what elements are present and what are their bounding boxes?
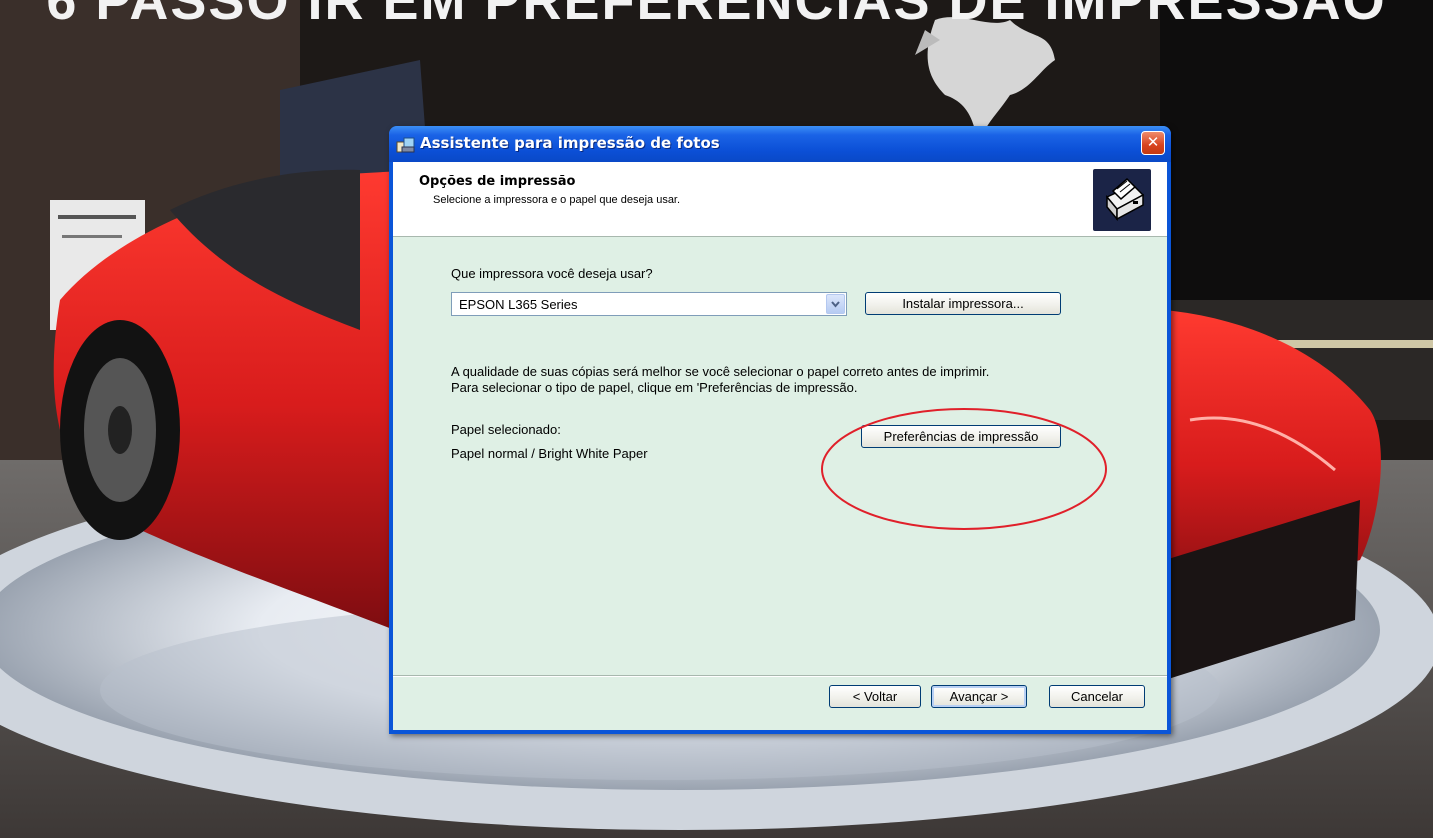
highlight-oval — [821, 408, 1107, 530]
photo-print-wizard-dialog: Assistente para impressão de fotos ✕ Opç… — [389, 126, 1171, 734]
page-title: Opções de impressão — [419, 174, 576, 189]
close-button[interactable]: ✕ — [1141, 131, 1165, 155]
cancel-button[interactable]: Cancelar — [1049, 685, 1145, 708]
page-subtitle: Selecione a impressora e o papel que des… — [433, 194, 681, 206]
printer-select-value: EPSON L365 Series — [459, 297, 578, 312]
printer-select[interactable]: EPSON L365 Series — [451, 292, 847, 316]
back-button[interactable]: < Voltar — [829, 685, 921, 708]
title-bar[interactable]: Assistente para impressão de fotos ✕ — [389, 126, 1171, 162]
background-headline: 6 PASSO IR EM PREFERÊNCIAS DE IMPRESSÃO — [46, 0, 1387, 31]
quality-note-line1: A qualidade de suas cópias será melhor s… — [451, 364, 990, 379]
printer-icon — [1093, 169, 1151, 231]
quality-note-line2: Para selecionar o tipo de papel, clique … — [451, 380, 858, 395]
close-icon: ✕ — [1146, 133, 1160, 151]
install-printer-button[interactable]: Instalar impressora... — [865, 292, 1061, 315]
paper-selected-value: Papel normal / Bright White Paper — [451, 446, 648, 461]
printer-prompt-label: Que impressora você deseja usar? — [451, 266, 653, 281]
footer-divider-highlight — [393, 676, 1167, 677]
next-button[interactable]: Avançar > — [931, 685, 1027, 708]
wizard-header: Opções de impressão Selecione a impresso… — [393, 162, 1167, 237]
dropdown-arrow-icon[interactable] — [826, 294, 845, 314]
paper-selected-label: Papel selecionado: — [451, 422, 561, 437]
print-preferences-button[interactable]: Preferências de impressão — [861, 425, 1061, 448]
photo-wizard-icon — [396, 137, 415, 153]
dialog-client-area: Opções de impressão Selecione a impresso… — [393, 162, 1167, 730]
window-title: Assistente para impressão de fotos — [420, 134, 720, 152]
